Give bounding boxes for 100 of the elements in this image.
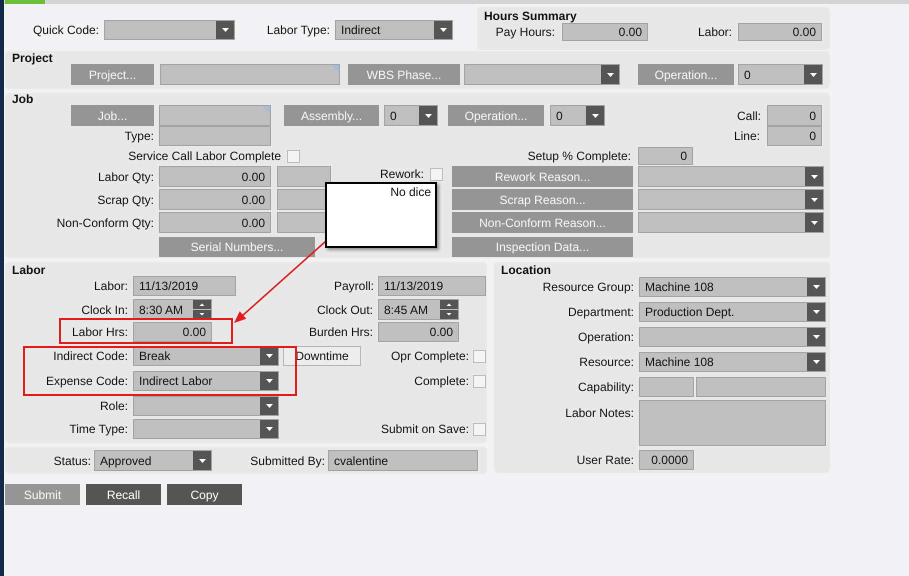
caret-icon[interactable] (260, 397, 278, 415)
time-field[interactable]: 8:30 AM (133, 299, 212, 320)
field-label: Pay Hours: (494, 25, 555, 39)
text-field[interactable]: 0.00 (159, 189, 271, 210)
field-label: User Rate: (576, 453, 634, 467)
section-title: Labor (11, 264, 46, 276)
text-field[interactable]: 0.00 (133, 322, 212, 342)
dropdown[interactable]: Machine 108 (639, 352, 826, 372)
field-label: Labor Qty: (96, 170, 154, 184)
checkbox[interactable] (473, 350, 486, 362)
field-label: Clock Out: (316, 302, 373, 316)
text-field[interactable] (277, 166, 331, 187)
dropdown[interactable]: Break (133, 346, 279, 366)
stepper-icon[interactable] (440, 300, 458, 319)
caret-icon[interactable] (805, 190, 823, 209)
caret-icon[interactable] (434, 21, 452, 39)
text-field[interactable] (160, 64, 340, 85)
text-field[interactable]: 0.00 (159, 166, 271, 187)
text-field[interactable]: 0.00 (738, 23, 822, 41)
field-label: Rework: (380, 167, 424, 181)
button[interactable]: Downtime (283, 346, 361, 366)
caret-icon[interactable] (805, 213, 823, 232)
time-field[interactable]: 8:45 AM (378, 299, 459, 320)
caret-icon[interactable] (216, 21, 234, 39)
dropdown[interactable] (639, 327, 826, 347)
button[interactable]: Copy (167, 484, 242, 505)
text-field[interactable]: 0.0000 (639, 450, 694, 470)
caret-icon[interactable] (193, 451, 211, 470)
field-label: Department: (566, 305, 634, 319)
caret-icon[interactable] (419, 106, 437, 125)
text-field[interactable]: 0.00 (562, 23, 648, 41)
caret-icon[interactable] (805, 167, 823, 186)
checkbox[interactable] (287, 150, 300, 162)
dropdown[interactable]: 0 (384, 105, 438, 126)
caret-icon[interactable] (260, 420, 278, 438)
caret-icon[interactable] (807, 303, 825, 321)
section-title: Project (11, 52, 53, 64)
field-label: Burden Hrs: (308, 325, 373, 339)
field-label: Complete: (413, 374, 469, 388)
field-label: Labor Notes: (564, 405, 634, 420)
field-label: Indirect Code: (52, 349, 128, 363)
text-field[interactable]: 0 (638, 147, 693, 165)
field-label: Submit on Save: (380, 422, 469, 436)
dropdown[interactable]: Machine 108 (639, 277, 826, 297)
text-field[interactable]: 0.00 (378, 322, 459, 342)
text-field[interactable]: 0 (767, 105, 822, 126)
caret-icon[interactable] (807, 328, 825, 346)
field-label: Labor Hrs: (70, 325, 128, 339)
dropdown[interactable] (133, 419, 279, 439)
dropdown[interactable]: Approved (94, 450, 212, 471)
field-label: Line: (732, 129, 760, 143)
dropdown[interactable]: Production Dept. (639, 302, 826, 322)
dropdown[interactable] (464, 64, 620, 85)
field-label: Submitted By: (249, 454, 325, 468)
text-field[interactable]: cvalentine (328, 450, 478, 471)
caret-icon[interactable] (807, 278, 825, 296)
caret-icon[interactable] (260, 372, 278, 390)
caret-icon[interactable] (586, 106, 604, 125)
section-title: Hours Summary (483, 10, 577, 22)
stepper-icon[interactable] (193, 300, 211, 319)
text-field[interactable] (159, 105, 271, 126)
field-label: Service Call Labor Complete (127, 149, 281, 163)
field-label: Payroll: (332, 279, 374, 293)
caret-icon[interactable] (260, 347, 278, 365)
text-field[interactable]: 11/13/2019 (378, 276, 486, 296)
dropdown[interactable] (638, 212, 824, 233)
dropdown[interactable]: 0 (738, 64, 823, 85)
caret-icon[interactable] (601, 65, 619, 84)
field-label: Labor: (92, 279, 128, 293)
dropdown[interactable]: Indirect Labor (133, 371, 279, 391)
dropdown[interactable]: Indirect (335, 20, 453, 40)
caret-icon[interactable] (804, 65, 822, 84)
text-field[interactable]: 0 (767, 126, 822, 146)
text-field[interactable] (639, 377, 694, 397)
text-field[interactable] (159, 126, 271, 146)
field-label: Capability: (576, 380, 634, 394)
text-field[interactable]: 11/13/2019 (133, 276, 236, 296)
field-label: Expense Code: (44, 374, 128, 388)
field-label: Status: (52, 454, 91, 468)
field-label: Quick Code: (32, 23, 99, 37)
field-label: Labor: (696, 25, 732, 39)
dropdown[interactable] (638, 189, 824, 210)
tooltip: No dice (325, 182, 437, 248)
dropdown[interactable] (104, 20, 235, 40)
section-title: Location (500, 264, 551, 276)
field-label: Clock In: (80, 302, 128, 316)
text-field[interactable] (696, 377, 826, 397)
field-label: Resource Group: (542, 280, 634, 294)
field-label: Time Type: (68, 422, 128, 436)
button[interactable]: Recall (86, 484, 161, 505)
dropdown[interactable]: 0 (550, 105, 605, 126)
dropdown[interactable] (638, 166, 824, 187)
caret-icon[interactable] (807, 353, 825, 371)
notes-field[interactable] (639, 400, 826, 446)
section-title: Job (11, 94, 34, 105)
dropdown[interactable] (133, 396, 279, 416)
checkbox[interactable] (473, 422, 486, 436)
text-field[interactable]: 0.00 (159, 212, 271, 233)
checkbox[interactable] (473, 374, 486, 388)
checkbox[interactable] (430, 168, 443, 181)
